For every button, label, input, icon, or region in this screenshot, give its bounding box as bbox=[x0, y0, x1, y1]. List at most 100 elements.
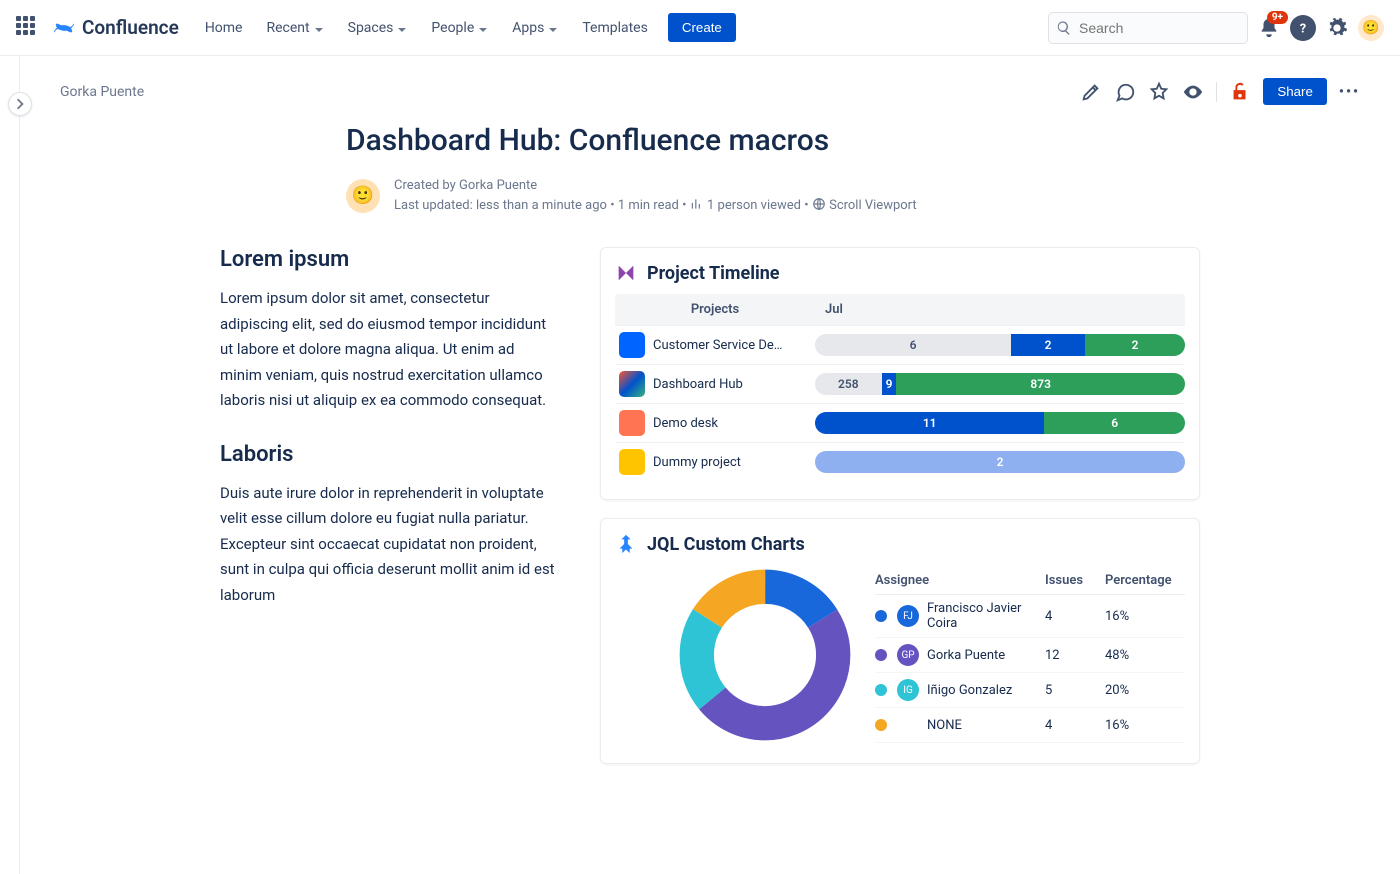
expand-sidebar-button[interactable] bbox=[8, 92, 32, 116]
confluence-logo-icon bbox=[52, 16, 76, 40]
timeline-segment: 873 bbox=[896, 373, 1185, 395]
viewers-count[interactable]: 1 person viewed bbox=[707, 198, 801, 213]
paragraph-2: Duis aute irure dolor in reprehenderit i… bbox=[220, 481, 560, 609]
star-button[interactable] bbox=[1148, 81, 1170, 103]
section-heading-1: Lorem ipsum bbox=[220, 247, 560, 272]
scroll-viewport-link[interactable]: Scroll Viewport bbox=[829, 198, 917, 213]
chevron-right-icon bbox=[14, 98, 26, 110]
legend-row[interactable]: FJ Francisco Javier Coira416% bbox=[875, 595, 1185, 638]
nav-templates-label: Templates bbox=[582, 20, 648, 36]
donut-chart bbox=[675, 565, 855, 745]
brand[interactable]: Confluence bbox=[52, 16, 179, 40]
timeline-row[interactable]: Customer Service De… 622 bbox=[615, 325, 1185, 364]
nav-home[interactable]: Home bbox=[195, 14, 253, 42]
comment-button[interactable] bbox=[1114, 81, 1136, 103]
profile-avatar[interactable]: 🙂 bbox=[1358, 15, 1384, 41]
nav-spaces[interactable]: Spaces bbox=[338, 14, 418, 42]
gear-icon bbox=[1326, 17, 1348, 39]
help-icon: ? bbox=[1292, 17, 1314, 39]
nav-apps[interactable]: Apps bbox=[502, 14, 568, 42]
assignee-avatar: IG bbox=[897, 679, 919, 701]
star-icon bbox=[1148, 81, 1170, 103]
nav-people-label: People bbox=[431, 20, 474, 36]
assignee-avatar: FJ bbox=[897, 605, 919, 627]
nav-home-label: Home bbox=[205, 20, 243, 36]
timeline-segment: 2 bbox=[1011, 334, 1085, 356]
percentage-value: 20% bbox=[1105, 683, 1185, 698]
notifications-button[interactable]: 9+ bbox=[1256, 15, 1282, 41]
search-input[interactable] bbox=[1048, 12, 1248, 44]
project-icon bbox=[619, 332, 645, 358]
legend-color-dot bbox=[875, 649, 887, 661]
brand-name: Confluence bbox=[82, 16, 179, 39]
pencil-icon bbox=[1080, 81, 1102, 103]
timeline-bar: 2 bbox=[815, 451, 1185, 473]
project-icon bbox=[619, 371, 645, 397]
timeline-row[interactable]: Dummy project 2 bbox=[615, 442, 1185, 481]
divider bbox=[1216, 82, 1217, 102]
nav-recent[interactable]: Recent bbox=[257, 14, 334, 42]
app-switcher-icon[interactable] bbox=[16, 16, 40, 40]
chevron-down-icon bbox=[548, 23, 558, 33]
created-by-label: Created by bbox=[394, 178, 456, 193]
timeline-bar: 2589873 bbox=[815, 373, 1185, 395]
timeline-bar: 622 bbox=[815, 334, 1185, 356]
percentage-value: 16% bbox=[1105, 609, 1185, 624]
timeline-segment: 11 bbox=[815, 412, 1044, 434]
settings-button[interactable] bbox=[1324, 15, 1350, 41]
project-icon bbox=[619, 449, 645, 475]
project-name: Customer Service De… bbox=[653, 338, 782, 353]
eye-icon bbox=[1182, 81, 1204, 103]
nav-links: Home Recent Spaces People Apps Templates… bbox=[195, 13, 736, 42]
assignee-avatar: GP bbox=[897, 644, 919, 666]
byline: 🙂 Created by Gorka Puente Last updated: … bbox=[220, 176, 1200, 215]
jql-title: JQL Custom Charts bbox=[647, 534, 805, 555]
help-button[interactable]: ? bbox=[1290, 15, 1316, 41]
legend-row[interactable]: IGIñigo Gonzalez520% bbox=[875, 673, 1185, 708]
legend-color-dot bbox=[875, 719, 887, 731]
legend-col-percentage: Percentage bbox=[1105, 573, 1185, 588]
share-button[interactable]: Share bbox=[1263, 78, 1327, 105]
globe-icon bbox=[812, 197, 826, 211]
timeline-title: Project Timeline bbox=[647, 263, 780, 284]
last-updated-value: less than a minute ago bbox=[476, 198, 607, 213]
project-timeline-card: Project Timeline Projects Jul Customer S… bbox=[600, 247, 1200, 500]
nav-spaces-label: Spaces bbox=[348, 20, 394, 36]
page-title: Dashboard Hub: Confluence macros bbox=[220, 123, 1200, 158]
project-name: Dummy project bbox=[653, 455, 741, 470]
issues-count: 4 bbox=[1045, 609, 1105, 624]
assignee-name: NONE bbox=[927, 718, 1045, 733]
analytics-icon bbox=[690, 197, 704, 211]
timeline-col-projects: Projects bbox=[615, 294, 815, 325]
author-avatar[interactable]: 🙂 bbox=[346, 179, 380, 213]
page-actions: Share ••• bbox=[1080, 78, 1360, 105]
timeline-row[interactable]: Dashboard Hub 2589873 bbox=[615, 364, 1185, 403]
project-icon bbox=[619, 410, 645, 436]
jira-icon bbox=[615, 533, 637, 555]
legend-row[interactable]: NONE416% bbox=[875, 708, 1185, 743]
timeline-segment: 6 bbox=[815, 334, 1011, 356]
nav-recent-label: Recent bbox=[267, 20, 310, 36]
watch-button[interactable] bbox=[1182, 81, 1204, 103]
nav-templates[interactable]: Templates bbox=[572, 14, 658, 42]
assignee-name: Gorka Puente bbox=[927, 648, 1045, 663]
edit-button[interactable] bbox=[1080, 81, 1102, 103]
legend-color-dot bbox=[875, 684, 887, 696]
unlock-icon bbox=[1229, 81, 1251, 103]
assignee-name: Francisco Javier Coira bbox=[927, 601, 1045, 631]
create-button[interactable]: Create bbox=[668, 13, 736, 42]
section-heading-2: Laboris bbox=[220, 442, 560, 467]
top-nav: Confluence Home Recent Spaces People App… bbox=[0, 0, 1400, 56]
legend-row[interactable]: GPGorka Puente1248% bbox=[875, 638, 1185, 673]
nav-apps-label: Apps bbox=[512, 20, 544, 36]
legend-col-issues: Issues bbox=[1045, 573, 1105, 588]
breadcrumb[interactable]: Gorka Puente bbox=[60, 84, 144, 100]
project-name: Dashboard Hub bbox=[653, 377, 743, 392]
author-name[interactable]: Gorka Puente bbox=[459, 178, 537, 193]
timeline-col-month: Jul bbox=[815, 294, 1185, 325]
more-actions-button[interactable]: ••• bbox=[1339, 84, 1360, 100]
timeline-row[interactable]: Demo desk116 bbox=[615, 403, 1185, 442]
nav-people[interactable]: People bbox=[421, 14, 498, 42]
restrictions-button[interactable] bbox=[1229, 81, 1251, 103]
issues-count: 12 bbox=[1045, 648, 1105, 663]
